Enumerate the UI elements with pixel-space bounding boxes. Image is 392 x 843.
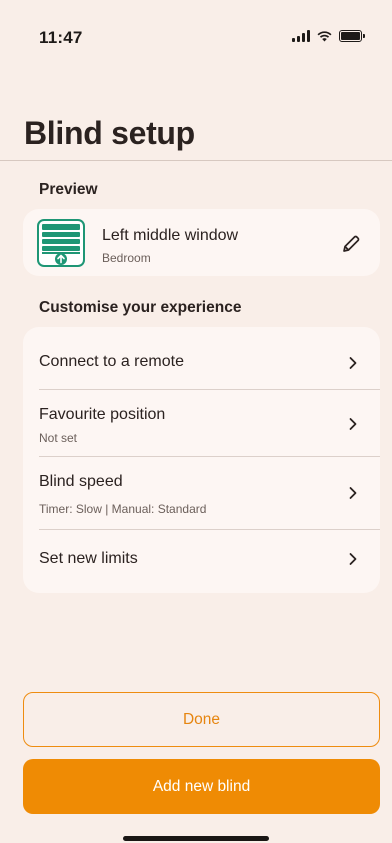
signal-icon bbox=[292, 30, 310, 42]
blind-speed-row[interactable]: Blind speed Timer: Slow | Manual: Standa… bbox=[23, 457, 380, 529]
row-sublabel: Not set bbox=[39, 431, 78, 445]
roller-blind-icon bbox=[37, 219, 85, 267]
preview-heading: Preview bbox=[39, 181, 98, 198]
add-new-blind-button[interactable]: Add new blind bbox=[23, 759, 380, 814]
row-label: Blind speed bbox=[39, 473, 123, 490]
battery-icon bbox=[339, 30, 365, 42]
customise-heading: Customise your experience bbox=[39, 299, 242, 316]
home-indicator bbox=[123, 836, 269, 841]
done-button[interactable]: Done bbox=[23, 692, 380, 747]
row-label: Set new limits bbox=[39, 550, 138, 567]
page-title: Blind setup bbox=[24, 115, 195, 151]
chevron-right-icon bbox=[349, 487, 357, 499]
favourite-position-row[interactable]: Favourite position Not set bbox=[23, 390, 380, 456]
chevron-right-icon bbox=[349, 553, 357, 565]
row-label: Connect to a remote bbox=[39, 353, 184, 370]
pencil-icon[interactable] bbox=[340, 233, 362, 255]
blind-room: Bedroom bbox=[102, 251, 151, 265]
row-sublabel: Timer: Slow | Manual: Standard bbox=[39, 502, 207, 516]
title-divider bbox=[0, 160, 392, 161]
chevron-right-icon bbox=[349, 357, 357, 369]
set-limits-row[interactable]: Set new limits bbox=[23, 530, 380, 592]
blind-name: Left middle window bbox=[102, 227, 239, 244]
chevron-right-icon bbox=[349, 418, 357, 430]
blind-setup-screen: 11:47 Blind setup Preview Left middle wi… bbox=[0, 0, 392, 843]
status-time: 11:47 bbox=[39, 28, 83, 47]
wifi-icon bbox=[317, 31, 332, 42]
status-icons bbox=[292, 30, 365, 42]
connect-remote-row[interactable]: Connect to a remote bbox=[23, 327, 380, 389]
row-label: Favourite position bbox=[39, 406, 166, 423]
status-bar: 11:47 bbox=[0, 0, 392, 80]
